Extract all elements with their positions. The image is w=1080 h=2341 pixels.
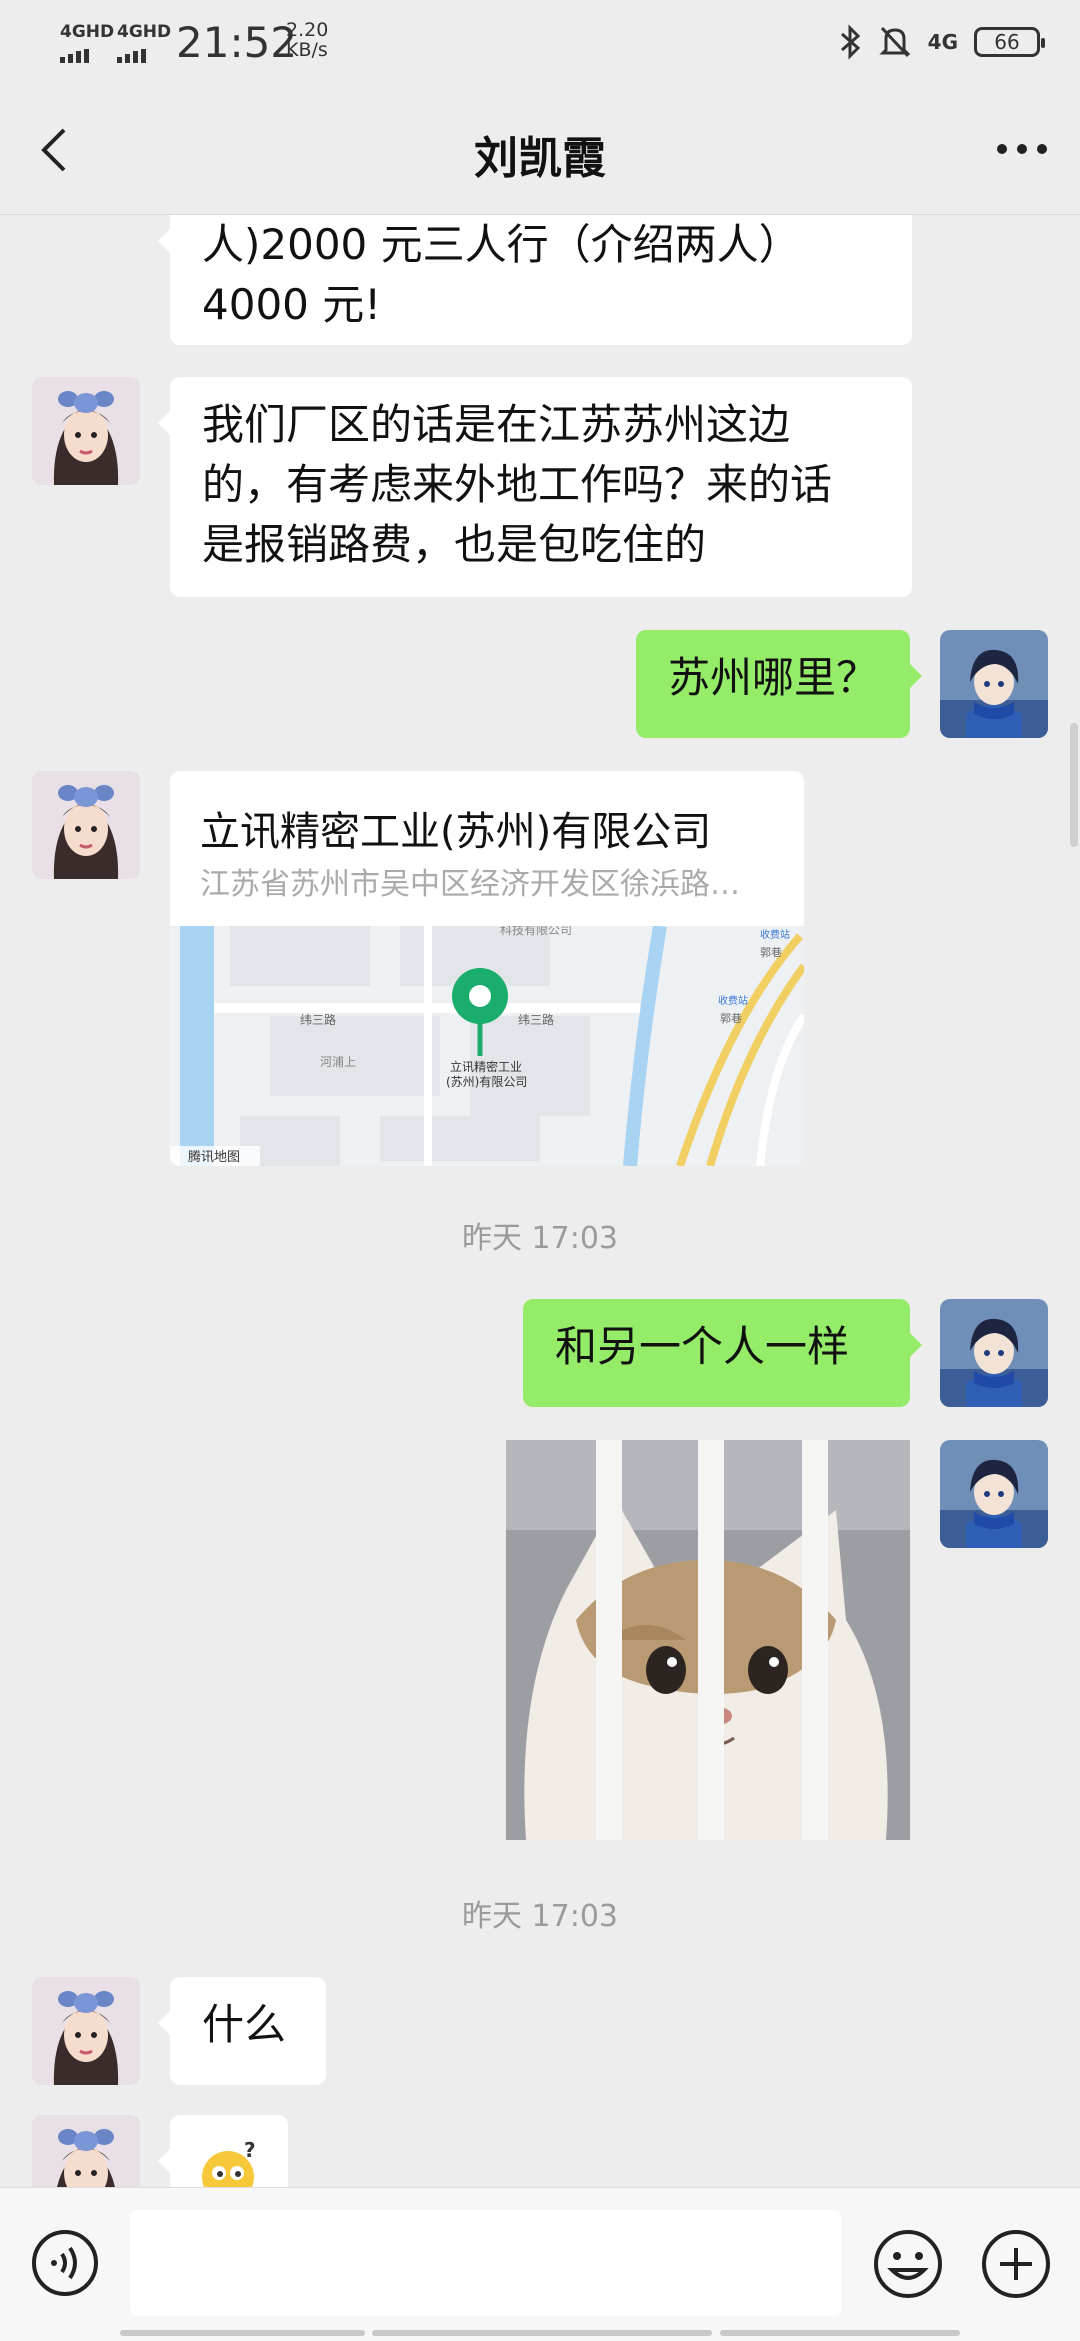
map-label: 郭巷 [760, 946, 782, 959]
signal-4g-icon: 4G [927, 30, 958, 54]
map-label: (苏州)有限公司 [446, 1075, 527, 1089]
map-label: 纬三路 [300, 1012, 336, 1027]
battery-icon: 66 [974, 27, 1045, 57]
message-bubble[interactable]: 人)2000 元三人行（介绍两人） 4000 元! [158, 215, 912, 345]
avatar-self[interactable] [940, 630, 1048, 738]
map-label: 收费站 [760, 928, 790, 941]
timestamp: 昨天 17:03 [462, 1899, 618, 1934]
message-bubble[interactable]: 和另一个人一样 [523, 1299, 922, 1407]
svg-text:?: ? [244, 2138, 256, 2162]
message-bubble[interactable]: 我们厂区的话是在江苏苏州这边 的，有考虑来外地工作吗？来的话 是报销路费，也是包… [158, 377, 912, 597]
message-bubble[interactable]: 什么 [158, 1977, 326, 2085]
more-dots-icon[interactable] [992, 134, 1052, 164]
avatar-self[interactable] [940, 1299, 1048, 1407]
map-label: 立讯精密工业 [450, 1059, 522, 1074]
voice-icon[interactable] [30, 2228, 100, 2298]
speed-unit: KB/s [286, 39, 328, 61]
gesture-bar [720, 2330, 960, 2336]
network-label-2: 4GHD [117, 22, 172, 42]
mute-bell-icon [879, 26, 911, 58]
timestamp: 昨天 17:03 [462, 1221, 618, 1256]
scrollbar[interactable] [1070, 723, 1078, 847]
avatar-contact[interactable] [32, 771, 140, 879]
network-speed: 2.20 KB/s [286, 20, 328, 60]
confused-face-emoji: ? [202, 2138, 256, 2187]
location-address: 江苏省苏州市吴中区经济开发区徐浜路… [200, 867, 740, 902]
signal-bars-1-icon [60, 44, 92, 63]
map-label: 河浦上 [320, 1055, 356, 1069]
gesture-bar [120, 2330, 365, 2336]
battery-level: 66 [994, 30, 1020, 54]
location-map: 科技有限公司 纬三路 纬三路 河浦上 立讯精密工业 (苏州)有限公司 收费站 郭… [170, 926, 804, 1166]
speed-value: 2.20 [286, 19, 329, 41]
location-name: 立讯精密工业(苏州)有限公司 [200, 809, 712, 855]
chat-header: 刘凯霞 [0, 84, 1080, 215]
avatar-self[interactable] [940, 1440, 1048, 1548]
location-card[interactable]: 立讯精密工业(苏州)有限公司 江苏省苏州市吴中区经济开发区徐浜路… 科技有限公司… [170, 771, 804, 1166]
input-bar [0, 2187, 1080, 2341]
avatar-contact[interactable] [32, 1977, 140, 2085]
avatar-contact[interactable] [32, 2115, 140, 2187]
clock: 21:52 [176, 18, 298, 67]
plus-icon[interactable] [980, 2228, 1052, 2300]
message-input[interactable] [130, 2210, 842, 2316]
chat-title: 刘凯霞 [474, 133, 606, 184]
map-provider-label: 腾讯地图 [188, 1149, 240, 1165]
gesture-bar [372, 2330, 712, 2336]
bluetooth-icon [840, 24, 860, 60]
map-label: 郭巷 [720, 1012, 742, 1025]
map-label: 收费站 [718, 994, 748, 1007]
chat-messages[interactable]: 人)2000 元三人行（介绍两人） 4000 元! 我们厂区的话是在江苏苏州这边… [0, 215, 1080, 2187]
map-label: 纬三路 [518, 1012, 554, 1027]
network-label-1: 4GHD [60, 22, 115, 42]
status-bar: 4GHD 4GHD 21:52 2.20 KB/s 4G 66 [0, 0, 1080, 84]
avatar-contact[interactable] [32, 377, 140, 485]
cat-behind-bars-image[interactable] [506, 1440, 910, 1840]
emoji-bubble[interactable]: ? [158, 2115, 288, 2187]
smiley-icon[interactable] [872, 2228, 944, 2300]
message-bubble[interactable]: 苏州哪里？ [636, 630, 922, 738]
map-label: 科技有限公司 [500, 926, 572, 937]
signal-bars-2-icon [117, 44, 149, 63]
